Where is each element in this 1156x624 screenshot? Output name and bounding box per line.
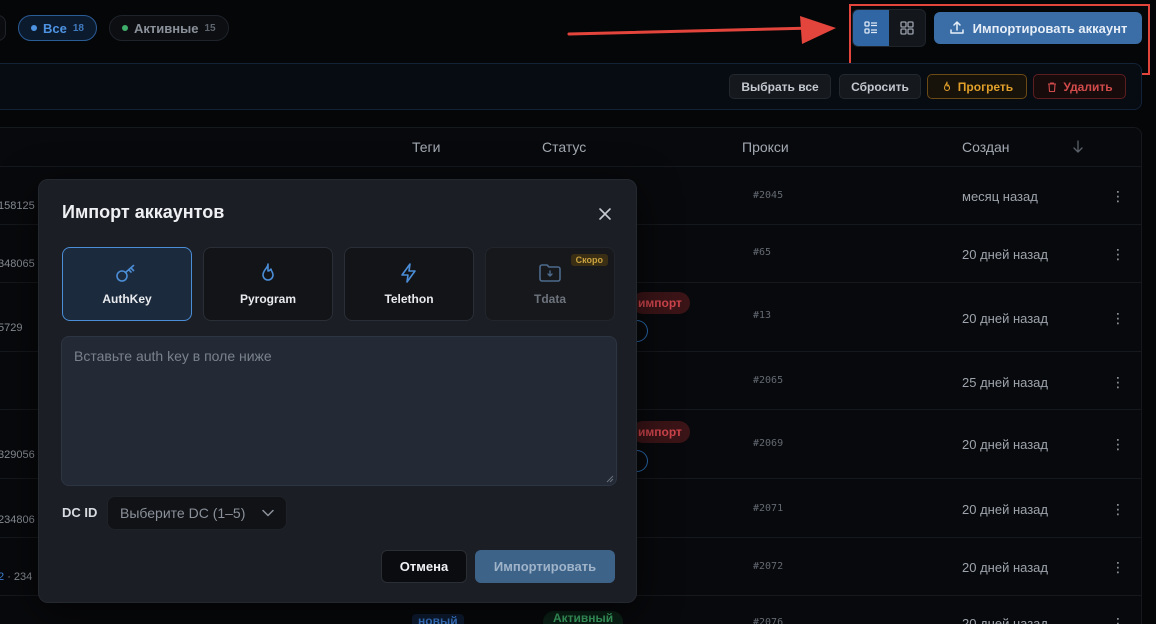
column-header-created[interactable]: Создан [962,139,1010,155]
cancel-label: Отмена [399,559,449,574]
import-type-label: AuthKey [102,292,152,306]
table-row-id: 348065 [0,258,35,270]
import-account-label: Импортировать аккаунт [972,20,1128,36]
modal-title: Импорт аккаунтов [62,202,225,222]
row-menu-icon[interactable]: ⋮ [1111,375,1125,389]
table-row-id: 158125 [0,200,35,212]
status-dot-icon [122,25,128,31]
warm-up-label: Прогреть [957,79,1014,94]
row-menu-icon[interactable]: ⋮ [1111,437,1125,451]
select-all-button[interactable]: Выбрать все [729,74,831,99]
auth-key-textarea[interactable]: Вставьте auth key в поле ниже [61,336,617,486]
table-row-proxy: #65 [753,247,772,258]
filter-chip-count: 18 [72,22,84,34]
table-row-id: 2 · 234 [0,571,32,583]
import-submit-button[interactable]: Импортировать [475,550,615,583]
table-row-proxy: #2065 [753,375,784,386]
import-type-tdata: Скоро Tdata [485,247,615,321]
status-badge-import: импорт [632,421,690,443]
list-view-button[interactable] [853,10,889,46]
row-menu-icon[interactable]: ⋮ [1111,616,1125,624]
import-type-pyrogram[interactable]: Pyrogram [203,247,333,321]
table-row-created: 20 дней назад [962,560,1048,575]
row-menu-icon[interactable]: ⋮ [1111,247,1125,261]
filter-chip-all[interactable]: Все 18 [18,15,97,41]
resize-grip-icon[interactable] [606,475,614,483]
import-submit-label: Импортировать [493,559,597,574]
import-accounts-modal: Импорт аккаунтов AuthKey Pyrogram Teleth… [38,179,637,603]
delete-button[interactable]: Удалить [1033,74,1126,99]
row-menu-icon[interactable]: ⋮ [1111,502,1125,516]
sort-down-icon[interactable] [1072,140,1084,154]
bolt-icon [401,263,416,283]
table-row-id-link[interactable]: 2 [0,571,4,583]
view-toggle [852,9,926,47]
filter-chip-label: Все [43,20,67,36]
row-menu-icon[interactable]: ⋮ [1111,311,1125,325]
table-row-created: месяц назад [962,189,1038,204]
table-row-proxy: #2076 [753,617,784,624]
import-type-label: Tdata [533,292,566,306]
reset-label: Сбросить [851,79,909,94]
filter-chip-active[interactable]: Активные 15 [109,15,229,41]
dc-select-placeholder: Выберите DC (1–5) [120,505,246,521]
row-menu-icon[interactable]: ⋮ [1111,560,1125,574]
import-type-label: Pyrogram [239,292,297,306]
table-row-proxy: #13 [753,310,772,321]
filter-chip-label: Активные [134,20,199,36]
table-row-created: 20 дней назад [962,247,1048,262]
chevron-down-icon [262,509,274,517]
close-icon [599,208,611,220]
column-header-status[interactable]: Статус [542,139,586,155]
auth-key-placeholder: Вставьте auth key в поле ниже [74,348,272,364]
cancel-button[interactable]: Отмена [381,550,467,583]
grid-view-button[interactable] [889,10,925,46]
flame-icon [943,80,950,91]
table-row-id-separator: · [7,571,11,583]
upload-icon [949,21,964,34]
reset-button[interactable]: Сбросить [839,74,921,99]
column-header-proxy[interactable]: Прокси [742,139,789,155]
table-row-created: 20 дней назад [962,311,1048,326]
table-row-id: 5729 [0,322,23,334]
dc-id-label: DC ID [62,505,98,520]
annotation-arrow [567,16,836,44]
filter-chip-count: 15 [204,22,216,34]
column-header-tags[interactable]: Теги [412,139,440,155]
row-divider [0,166,1142,167]
tag-badge-new: новый [412,614,464,624]
trash-icon [1048,81,1057,92]
folder-icon [539,264,561,282]
dc-id-select[interactable]: Выберите DC (1–5) [107,496,287,530]
table-row-created: 25 дней назад [962,375,1048,390]
soon-badge: Скоро [570,254,608,266]
table-row-id-text: 234 [13,571,33,583]
table-row-proxy: #2069 [753,438,784,449]
select-all-label: Выбрать все [741,79,819,94]
grid-view-icon [900,21,914,35]
import-type-label: Telethon [384,292,434,306]
table-row-created: 20 дней назад [962,616,1048,624]
table-row-proxy: #2072 [753,561,784,572]
delete-label: Удалить [1063,79,1113,94]
import-account-button[interactable]: Импортировать аккаунт [934,12,1142,44]
list-view-icon [864,21,877,34]
import-type-telethon[interactable]: Telethon [344,247,474,321]
close-button[interactable] [595,204,615,224]
row-menu-icon[interactable]: ⋮ [1111,189,1125,203]
key-icon [116,264,135,282]
status-badge-import: импорт [632,292,690,314]
filter-chip-partial[interactable] [0,15,6,41]
table-row-id: 234806 [0,514,35,526]
warm-up-button[interactable]: Прогреть [927,74,1027,99]
table-row-created: 20 дней назад [962,502,1048,517]
table-row-proxy: #2071 [753,503,784,514]
import-type-authkey[interactable]: AuthKey [62,247,192,321]
status-badge-active: Активный [543,611,624,624]
status-dot-icon [31,25,37,31]
table-row-id: 329056 [0,449,35,461]
flame-icon [262,263,274,281]
table-row-proxy: #2045 [753,190,784,201]
table-row-created: 20 дней назад [962,437,1048,452]
